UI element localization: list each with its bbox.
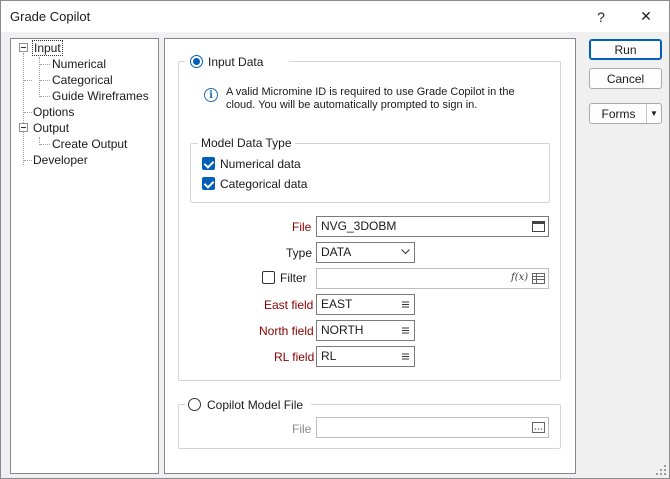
model-data-type-group bbox=[190, 143, 550, 203]
chevron-down-icon bbox=[399, 245, 411, 259]
tree-item-options[interactable]: Options bbox=[33, 104, 74, 120]
tree-item-numerical[interactable]: Numerical bbox=[52, 56, 106, 72]
close-icon: ✕ bbox=[640, 8, 652, 24]
tree-item-categorical[interactable]: Categorical bbox=[52, 72, 113, 88]
grade-copilot-window: Grade Copilot ? ✕ Input Numerical Catego… bbox=[0, 0, 670, 479]
numerical-data-checkbox[interactable] bbox=[202, 157, 215, 170]
north-field-input[interactable]: NORTH bbox=[316, 320, 415, 341]
numerical-data-label: Numerical data bbox=[220, 157, 301, 171]
close-button[interactable]: ✕ bbox=[624, 1, 668, 32]
file-value: NVG_3DOBM bbox=[321, 219, 397, 233]
help-button[interactable]: ? bbox=[579, 1, 623, 32]
tree-item-label: Input bbox=[32, 40, 63, 56]
east-field-input[interactable]: EAST bbox=[316, 294, 415, 315]
tree-item-label: Options bbox=[33, 105, 75, 119]
input-data-label: Input Data bbox=[208, 55, 264, 69]
copilot-model-file-radio[interactable] bbox=[188, 398, 201, 411]
tree-item-label: Numerical bbox=[52, 57, 107, 71]
input-data-radio[interactable] bbox=[190, 55, 203, 68]
tree-item-label: Categorical bbox=[52, 73, 113, 87]
info-message: A valid Micromine ID is required to use … bbox=[226, 86, 515, 112]
forms-button[interactable]: Forms ▼ bbox=[589, 103, 662, 124]
list-icon[interactable] bbox=[399, 323, 411, 337]
table-icon[interactable] bbox=[531, 271, 545, 285]
browse-ellipsis-icon[interactable] bbox=[531, 420, 545, 434]
filter-input[interactable]: f(x) bbox=[316, 268, 549, 289]
list-icon[interactable] bbox=[399, 349, 411, 363]
tree-item-create-output[interactable]: Create Output bbox=[52, 136, 127, 152]
rl-field-label: RL field bbox=[274, 350, 315, 364]
tree-item-developer[interactable]: Developer bbox=[33, 152, 88, 168]
copilot-model-file-label: Copilot Model File bbox=[207, 398, 304, 412]
rl-field-value: RL bbox=[321, 349, 337, 363]
type-value: DATA bbox=[321, 245, 352, 259]
filter-label: Filter bbox=[280, 271, 307, 285]
resize-grip-icon[interactable] bbox=[656, 465, 666, 475]
expander-output-icon[interactable] bbox=[19, 123, 28, 132]
list-icon[interactable] bbox=[399, 297, 411, 311]
copilot-file-input[interactable] bbox=[316, 417, 549, 438]
function-icon[interactable]: f(x) bbox=[511, 271, 528, 284]
tree-item-label: Developer bbox=[33, 153, 88, 167]
run-button-label: Run bbox=[614, 42, 637, 57]
categorical-data-checkbox[interactable] bbox=[202, 177, 215, 190]
categorical-data-label: Categorical data bbox=[220, 177, 308, 191]
east-field-label: East field bbox=[264, 298, 314, 312]
forms-button-label: Forms bbox=[601, 106, 636, 121]
tree-item-label: Guide Wireframes bbox=[52, 89, 149, 103]
model-data-type-legend: Model Data Type bbox=[198, 136, 295, 150]
run-button[interactable]: Run bbox=[589, 39, 662, 60]
east-field-value: EAST bbox=[321, 297, 353, 311]
file-browse-icon[interactable] bbox=[531, 219, 545, 233]
copilot-model-file-legend[interactable]: Copilot Model File bbox=[185, 396, 311, 414]
input-data-legend[interactable]: Input Data bbox=[185, 53, 289, 71]
tree-item-output[interactable]: Output bbox=[33, 120, 69, 136]
filter-checkbox[interactable] bbox=[262, 271, 275, 284]
main-panel: Input Data i A valid Micromine ID is req… bbox=[164, 38, 576, 474]
tree-item-label: Create Output bbox=[52, 137, 128, 151]
rl-field-input[interactable]: RL bbox=[316, 346, 415, 367]
type-label: Type bbox=[286, 246, 313, 260]
info-icon: i bbox=[204, 88, 218, 102]
info-line-2: cloud. You will be automatically prompte… bbox=[226, 99, 478, 111]
copilot-file-label: File bbox=[292, 422, 312, 436]
north-field-value: NORTH bbox=[321, 323, 364, 337]
title-bar: Grade Copilot ? ✕ bbox=[1, 1, 669, 32]
forms-dropdown-icon[interactable]: ▼ bbox=[646, 104, 661, 123]
info-line-1: A valid Micromine ID is required to use … bbox=[226, 86, 515, 98]
cancel-button-label: Cancel bbox=[606, 71, 645, 86]
type-select[interactable]: DATA bbox=[316, 242, 415, 263]
file-label: File bbox=[292, 220, 312, 234]
north-field-label: North field bbox=[259, 324, 314, 338]
tree-item-input[interactable]: Input bbox=[32, 40, 63, 56]
expander-input-icon[interactable] bbox=[19, 43, 28, 52]
cancel-button[interactable]: Cancel bbox=[589, 68, 662, 89]
tree-item-label: Output bbox=[33, 121, 70, 135]
window-title: Grade Copilot bbox=[10, 9, 91, 24]
tree-item-guide-wireframes[interactable]: Guide Wireframes bbox=[52, 88, 149, 104]
file-input[interactable]: NVG_3DOBM bbox=[316, 216, 549, 237]
navigation-tree: Input Numerical Categorical Guide Wirefr… bbox=[10, 38, 159, 474]
help-icon: ? bbox=[597, 8, 605, 25]
